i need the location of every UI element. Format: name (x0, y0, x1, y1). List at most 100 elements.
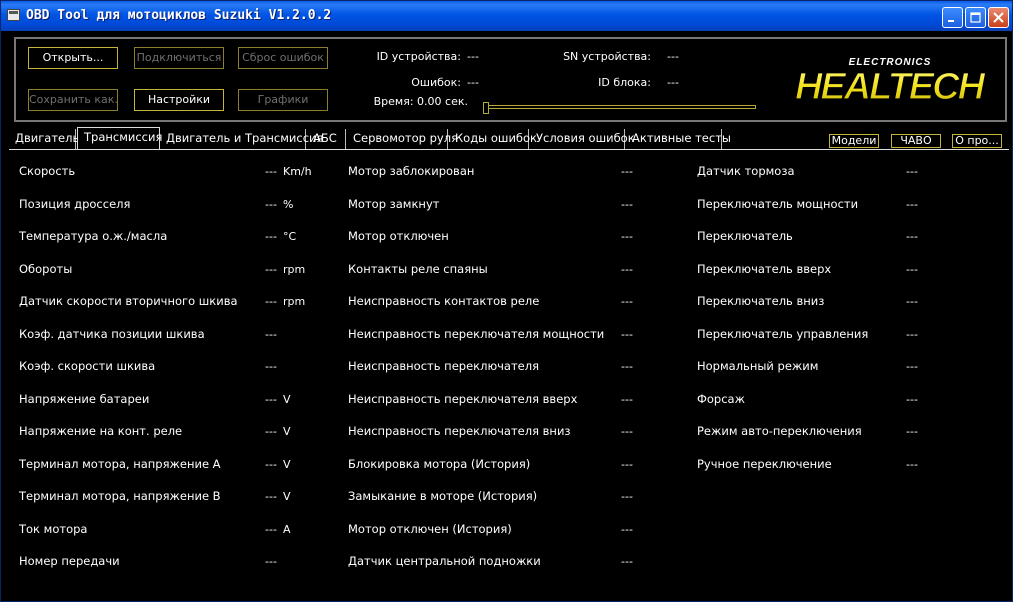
col2-value: --- (621, 490, 633, 503)
close-button[interactable] (988, 7, 1009, 28)
col1-label: Позиция дросселя (19, 197, 131, 211)
col1-label: Напряжение на конт. реле (19, 424, 183, 438)
col1-value: --- (265, 230, 277, 243)
transmission-panel: Скорость --- Km/h Позиция дросселя ---% Темпе… (9, 149, 1009, 598)
col2-label: Замыкание в моторе (История) (348, 489, 538, 503)
device-id-label: ID устройства: (376, 50, 461, 63)
tab-error-conditions[interactable]: Условия ошибок (530, 129, 635, 149)
col3-value: --- (906, 198, 918, 211)
col2-label: Блокировка мотора (История) (348, 457, 531, 471)
save-as-button[interactable]: Сохранить как... (28, 89, 118, 111)
close-icon (993, 12, 1004, 23)
col2-value: --- (621, 393, 633, 406)
healtech-logo: ELECTRONICS HEALTECH (794, 57, 989, 109)
col3-label: Переключатель вверх (697, 262, 832, 276)
time-label: Время: 0.00 сек. (373, 95, 468, 108)
col1-label: Скорость (19, 164, 76, 178)
col2-value: --- (621, 263, 633, 276)
models-button[interactable]: Модели (829, 134, 879, 148)
col3-value: --- (906, 425, 918, 438)
graphs-button[interactable]: Графики (238, 89, 328, 111)
col2-value: --- (621, 198, 633, 211)
col2-label: Мотор отключен (История) (348, 522, 512, 536)
col1-label: Напряжение батареи (19, 392, 150, 406)
errors-value: --- (467, 76, 479, 89)
col3-value: --- (906, 360, 918, 373)
app-icon[interactable] (7, 9, 20, 21)
tab-engine-transmission[interactable]: Двигатель и Трансмиссия (160, 129, 323, 149)
col1-value: --- (265, 490, 277, 503)
col1-value: --- (265, 360, 277, 373)
device-sn-label: SN устройства: (563, 50, 651, 63)
col2-label: Датчик центральной подножки (348, 554, 541, 568)
tab-abs[interactable]: АБС (307, 129, 346, 149)
reset-errors-button[interactable]: Сброс ошибок (238, 47, 328, 69)
about-button[interactable]: О про... (952, 134, 1002, 148)
maximize-icon (970, 12, 981, 23)
col1-unit: V (283, 490, 291, 503)
connect-button[interactable]: Подключиться (134, 47, 224, 69)
col1-unit: V (283, 425, 291, 438)
col3-value: --- (906, 295, 918, 308)
col2-value: --- (621, 458, 633, 471)
col1-unit: rpm (283, 263, 306, 276)
col1-unit: °C (283, 230, 297, 243)
col1-value: --- (265, 165, 277, 178)
col2-label: Неисправность переключателя вниз (348, 424, 571, 438)
time-slider[interactable] (483, 102, 756, 114)
minimize-icon (948, 20, 954, 22)
block-id-label: ID блока: (598, 76, 651, 89)
col2-value: --- (621, 523, 633, 536)
col2-label: Контакты реле спаяны (348, 262, 488, 276)
tab-active-tests[interactable]: Активные тесты (626, 129, 731, 149)
col3-label: Нормальный режим (697, 359, 819, 373)
col1-value: --- (265, 555, 277, 568)
col3-label: Переключатель вниз (697, 294, 825, 308)
tab-error-codes[interactable]: Коды ошибок (449, 129, 537, 149)
app-window: OBD Tool для мотоциклов Suzuki V1.2.0.2 … (0, 0, 1013, 602)
device-id-value: --- (467, 50, 479, 63)
col1-label: Номер передачи (19, 554, 120, 568)
col3-label: Форсаж (697, 392, 745, 406)
client-area: Открыть... Подключиться Сброс ошибок Сох… (5, 31, 1010, 599)
tab-transmission[interactable]: Трансмиссия (77, 127, 162, 149)
errors-label: Ошибок: (411, 76, 461, 89)
col3-value: --- (906, 328, 918, 341)
title-bar[interactable]: OBD Tool для мотоциклов Suzuki V1.2.0.2 (1, 1, 1012, 31)
maximize-button[interactable] (965, 7, 986, 28)
col1-value: --- (265, 328, 277, 341)
col2-label: Неисправность переключателя (348, 359, 540, 373)
svg-text:HEALTECH: HEALTECH (795, 66, 987, 108)
col3-value: --- (906, 458, 918, 471)
settings-button[interactable]: Настройки (134, 89, 224, 111)
col2-value: --- (621, 230, 633, 243)
col3-label: Переключатель (697, 229, 793, 243)
col1-label: Коэф. датчика позиции шкива (19, 327, 205, 341)
col1-label: Коэф. скорости шкива (19, 359, 156, 373)
time-slider-thumb[interactable] (483, 102, 489, 114)
minimize-button[interactable] (942, 7, 963, 28)
col1-value: --- (265, 393, 277, 406)
col3-value: --- (906, 165, 918, 178)
col1-label: Терминал мотора, напряжение A (19, 457, 221, 471)
col1-label: Ток мотора (19, 522, 88, 536)
open-button[interactable]: Открыть... (28, 47, 118, 69)
col1-unit: V (283, 393, 291, 406)
col2-label: Мотор замкнут (348, 197, 440, 211)
col3-value: --- (906, 393, 918, 406)
col1-value: --- (265, 263, 277, 276)
col2-value: --- (621, 555, 633, 568)
col3-label: Режим авто-переключения (697, 424, 862, 438)
tab-steering-servo[interactable]: Сервомотор руля (347, 129, 458, 149)
col1-value: --- (265, 198, 277, 211)
col3-value: --- (906, 230, 918, 243)
tab-engine[interactable]: Двигатель (9, 129, 79, 149)
col2-value: --- (621, 328, 633, 341)
col2-value: --- (621, 425, 633, 438)
col2-label: Мотор заблокирован (348, 164, 475, 178)
col3-label: Датчик тормоза (697, 164, 795, 178)
col2-label: Неисправность контактов реле (348, 294, 540, 308)
col1-label: Датчик скорости вторичного шкива (19, 294, 238, 308)
col1-value: --- (265, 523, 277, 536)
faq-button[interactable]: ЧАВО (891, 134, 941, 148)
